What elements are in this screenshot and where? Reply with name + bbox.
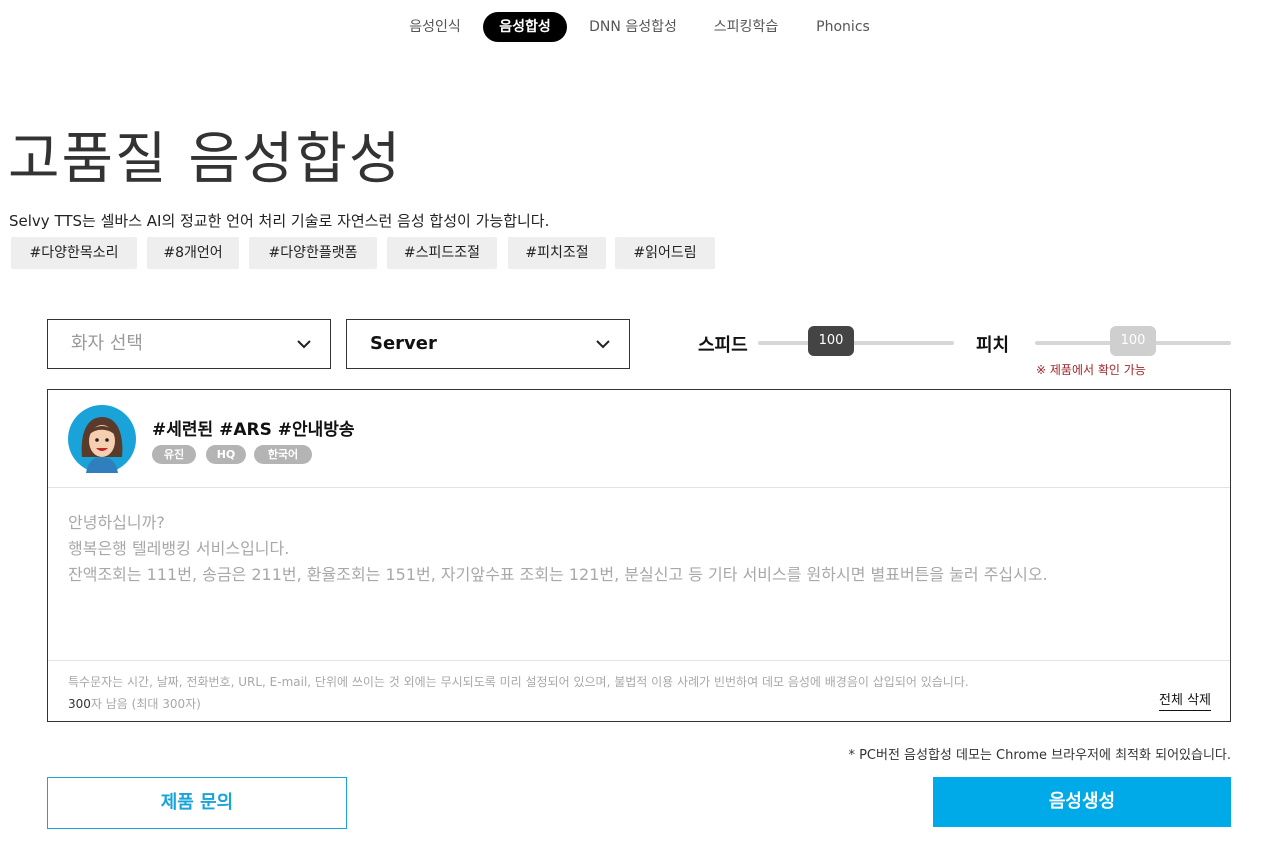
special-char-notice: 특수문자는 시간, 날짜, 전화번호, URL, E-mail, 단위에 쓰이는… bbox=[68, 675, 969, 689]
speaker-select[interactable]: 화자 선택 bbox=[47, 319, 331, 369]
synthesis-panel: #세련된 #ARS #안내방송 유진 HQ 한국어 안녕하십니까? 행복은행 텔… bbox=[47, 389, 1231, 722]
pitch-note: ※ 제품에서 확인 가능 bbox=[1036, 363, 1146, 377]
text-input[interactable]: 안녕하십니까? 행복은행 텔레뱅킹 서비스입니다. 잔액조회는 111번, 송금… bbox=[68, 510, 1208, 588]
text-line: 행복은행 텔레뱅킹 서비스입니다. bbox=[68, 539, 290, 558]
char-count: 300자 남음 (최대 300자) bbox=[68, 695, 201, 712]
clear-all-button[interactable]: 전체 삭제 bbox=[1159, 692, 1211, 711]
tag-pitch-control: #피치조절 bbox=[508, 237, 606, 269]
server-select-value: Server bbox=[370, 333, 437, 354]
chevron-down-icon bbox=[596, 340, 610, 349]
server-select[interactable]: Server bbox=[346, 319, 630, 369]
chrome-note: * PC버전 음성합성 데모는 Chrome 브라우저에 최적화 되어있습니다. bbox=[848, 748, 1231, 763]
text-line: 잔액조회는 111번, 송금은 211번, 환율조회는 151번, 자기앞수표 … bbox=[68, 565, 1048, 584]
pitch-slider-thumb: 100 bbox=[1110, 326, 1156, 356]
page-subtitle: Selvy TTS는 셀바스 AI의 정교한 언어 처리 기술로 자연스런 음성… bbox=[9, 212, 550, 230]
panel-footer: 특수문자는 시간, 날짜, 전화번호, URL, E-mail, 단위에 쓰이는… bbox=[48, 660, 1230, 722]
badge-quality: HQ bbox=[206, 445, 246, 464]
top-nav: 음성인식 음성합성 DNN 음성합성 스피킹학습 Phonics bbox=[0, 12, 1277, 42]
tab-speech-synthesis[interactable]: 음성합성 bbox=[483, 12, 567, 42]
tab-speech-recognition[interactable]: 음성인식 bbox=[398, 12, 472, 42]
tag-various-voices: #다양한목소리 bbox=[11, 237, 137, 269]
woman-avatar-icon bbox=[68, 405, 136, 473]
char-count-text: 자 남음 (최대 300자) bbox=[90, 697, 201, 711]
pitch-label: 피치 bbox=[976, 335, 1010, 356]
tag-speed-control: #스피드조절 bbox=[387, 237, 497, 269]
tag-read-aloud: #읽어드림 bbox=[615, 237, 715, 269]
tab-phonics[interactable]: Phonics bbox=[808, 12, 878, 42]
tab-speaking-learning[interactable]: 스피킹학습 bbox=[704, 12, 788, 42]
voice-title: #세련된 #ARS #안내방송 bbox=[152, 420, 355, 440]
product-inquiry-button[interactable]: 제품 문의 bbox=[47, 777, 347, 829]
speed-slider-thumb[interactable]: 100 bbox=[808, 326, 854, 356]
badge-language: 한국어 bbox=[254, 445, 312, 464]
text-line: 안녕하십니까? bbox=[68, 513, 165, 532]
voice-header: #세련된 #ARS #안내방송 유진 HQ 한국어 bbox=[48, 390, 1230, 488]
page-title: 고품질 음성합성 bbox=[8, 127, 403, 192]
tag-8-languages: #8개언어 bbox=[147, 237, 239, 269]
generate-voice-button[interactable]: 음성생성 bbox=[933, 777, 1231, 827]
badge-voice-name: 유진 bbox=[152, 445, 196, 464]
speed-label: 스피드 bbox=[698, 335, 748, 356]
chevron-down-icon bbox=[297, 340, 311, 349]
tab-dnn-synthesis[interactable]: DNN 음성합성 bbox=[580, 12, 686, 42]
speed-slider-track[interactable] bbox=[758, 341, 954, 345]
tag-various-platforms: #다양한플랫폼 bbox=[249, 237, 377, 269]
char-count-number: 300 bbox=[68, 697, 91, 711]
speaker-select-value: 화자 선택 bbox=[71, 333, 143, 354]
